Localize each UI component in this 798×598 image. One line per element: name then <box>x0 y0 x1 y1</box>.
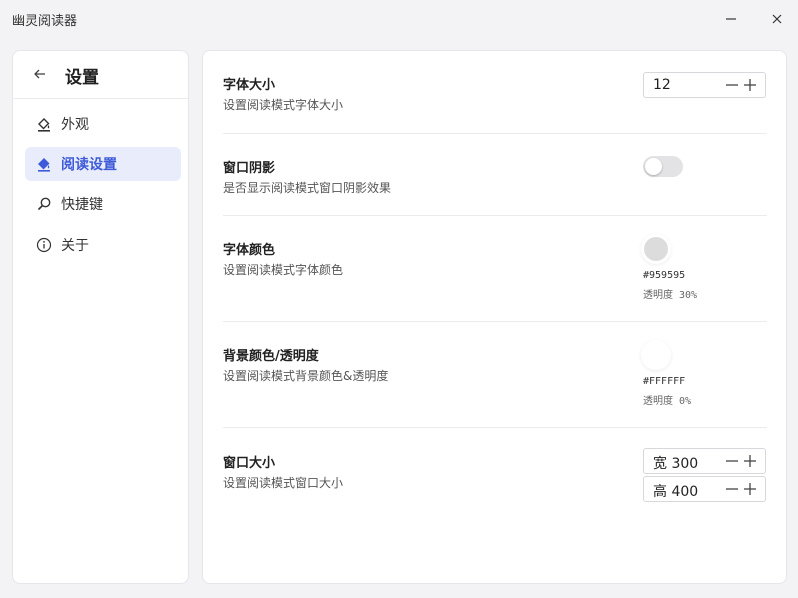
setting-title: 窗口阴影 <box>223 161 276 176</box>
paint-bucket-icon <box>36 116 52 132</box>
arrow-left-icon <box>34 69 45 79</box>
setting-title: 字体颜色 <box>223 243 276 258</box>
minus-icon <box>726 488 738 490</box>
window-height-stepper[interactable]: 高 400 <box>643 476 766 502</box>
window-height-value[interactable]: 高 400 <box>653 481 698 501</box>
sidebar-item-label: 关于 <box>61 238 89 254</box>
decrement-button[interactable] <box>724 481 740 497</box>
info-icon <box>36 237 52 253</box>
setting-title: 窗口大小 <box>223 456 276 471</box>
sidebar-item-shortcuts[interactable]: 快捷键 <box>25 187 181 221</box>
sidebar-item-label: 阅读设置 <box>61 157 117 173</box>
sidebar-item-reading-settings[interactable]: 阅读设置 <box>25 147 181 181</box>
setting-window-shadow: 窗口阴影 是否显示阅读模式窗口阴影效果 <box>223 134 767 216</box>
setting-desc: 设置阅读模式字体大小 <box>223 98 344 112</box>
sidebar-item-appearance[interactable]: 外观 <box>25 107 181 141</box>
window-width-stepper[interactable]: 宽 300 <box>643 448 766 474</box>
increment-button[interactable] <box>742 481 758 497</box>
setting-desc: 设置阅读模式窗口大小 <box>223 476 344 490</box>
close-icon <box>772 14 782 24</box>
setting-bg-color: 背景颜色/透明度 设置阅读模式背景颜色&透明度 #FFFFFF 透明度 0% <box>223 322 767 428</box>
paint-bucket-icon <box>36 156 52 172</box>
plus-icon <box>744 79 756 91</box>
font-color-opacity: 透明度 30% <box>643 290 698 301</box>
sidebar-header: 设置 <box>13 51 188 99</box>
search-icon <box>36 196 52 212</box>
font-size-stepper[interactable]: 12 <box>643 72 766 98</box>
bg-color-hex: #FFFFFF <box>643 376 686 387</box>
bg-color-opacity: 透明度 0% <box>643 396 692 407</box>
settings-panel: 字体大小 设置阅读模式字体大小 12 窗口阴影 是否显示阅读模式窗口阴影效果 字… <box>202 50 787 584</box>
sidebar: 设置 外观 阅读设置 快捷键 关于 <box>12 50 189 584</box>
minimize-icon <box>726 18 736 20</box>
decrement-button[interactable] <box>724 453 740 469</box>
plus-icon <box>744 483 756 495</box>
minus-icon <box>726 460 738 462</box>
bg-color-swatch[interactable] <box>644 343 668 367</box>
font-color-swatch[interactable] <box>644 237 668 261</box>
title-bar: 幽灵阅读器 <box>0 0 798 38</box>
sidebar-item-about[interactable]: 关于 <box>25 228 181 262</box>
sidebar-item-label: 快捷键 <box>61 197 103 213</box>
sidebar-item-label: 外观 <box>61 117 89 133</box>
setting-desc: 是否显示阅读模式窗口阴影效果 <box>223 181 392 195</box>
sidebar-title: 设置 <box>65 68 99 88</box>
setting-font-size: 字体大小 设置阅读模式字体大小 12 <box>223 51 767 134</box>
window-shadow-toggle[interactable] <box>643 156 683 177</box>
setting-font-color: 字体颜色 设置阅读模式字体颜色 #959595 透明度 30% <box>223 216 767 322</box>
toggle-knob <box>645 158 662 175</box>
minus-icon <box>726 84 738 86</box>
close-button[interactable] <box>762 6 792 32</box>
setting-title: 字体大小 <box>223 78 276 93</box>
setting-title: 背景颜色/透明度 <box>223 349 319 364</box>
setting-desc: 设置阅读模式背景颜色&透明度 <box>223 369 389 383</box>
increment-button[interactable] <box>742 77 758 93</box>
back-button[interactable] <box>31 65 49 83</box>
minimize-button[interactable] <box>716 6 746 32</box>
plus-icon <box>744 455 756 467</box>
setting-desc: 设置阅读模式字体颜色 <box>223 263 344 277</box>
font-size-value[interactable]: 12 <box>653 77 671 93</box>
setting-window-size: 窗口大小 设置阅读模式窗口大小 宽 300 高 400 <box>223 428 767 528</box>
app-title: 幽灵阅读器 <box>12 14 78 29</box>
increment-button[interactable] <box>742 453 758 469</box>
decrement-button[interactable] <box>724 77 740 93</box>
font-color-hex: #959595 <box>643 270 686 281</box>
window-width-value[interactable]: 宽 300 <box>653 453 698 473</box>
